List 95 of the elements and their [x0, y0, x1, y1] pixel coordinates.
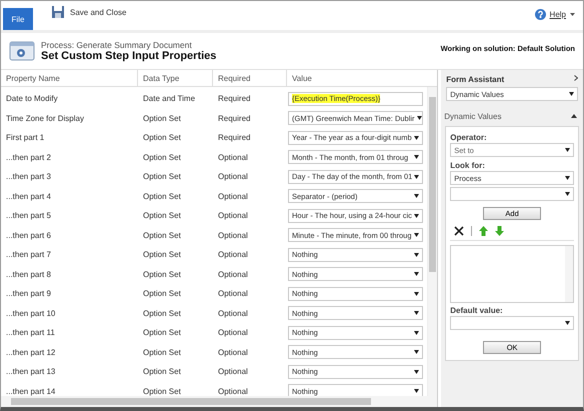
data-type: Option Set [142, 133, 182, 142]
data-type: Option Set [142, 172, 182, 182]
data-type: Option Set [142, 270, 182, 279]
column-header[interactable]: Data Type [138, 70, 213, 86]
default-value-dropdown[interactable] [450, 316, 574, 330]
move-down-icon[interactable] [495, 226, 504, 236]
data-type: Option Set [142, 114, 182, 123]
property-name: ...then part 3 [5, 172, 52, 182]
column-header[interactable]: Value [287, 70, 427, 86]
horizontal-scrollbar[interactable] [1, 396, 438, 407]
required-status: Required [217, 94, 252, 104]
property-name: ...then part 7 [5, 250, 52, 260]
save-and-close-button[interactable]: Save and Close [45, 4, 132, 20]
required-status: Optional [217, 367, 249, 376]
caret-icon [414, 370, 419, 374]
default-value-label: Default value: [449, 306, 504, 315]
help-link[interactable]: Help [550, 10, 566, 19]
data-type: Option Set [142, 192, 182, 201]
property-name: ...then part 4 [5, 192, 52, 201]
required-status: Optional [217, 211, 249, 220]
property-name: ...then part 12 [5, 348, 56, 357]
caret-icon [414, 311, 419, 316]
caret-icon[interactable] [570, 13, 575, 16]
move-up-icon[interactable] [479, 226, 488, 236]
required-status: Required [217, 114, 252, 123]
caret-icon [416, 116, 422, 120]
help-icon [534, 9, 546, 20]
caret-icon [414, 194, 419, 198]
caret-icon [414, 330, 419, 335]
values-list[interactable] [450, 245, 574, 303]
property-name: ...then part 9 [5, 289, 52, 298]
required-status: Optional [217, 250, 249, 260]
required-status: Required [217, 133, 252, 142]
data-type: Option Set [142, 289, 182, 298]
caret-icon [414, 350, 419, 354]
property-name: ...then part 14 [5, 386, 56, 396]
caret-icon [414, 214, 419, 218]
collapse-icon[interactable] [571, 114, 577, 118]
property-name: First part 1 [5, 133, 46, 142]
required-status: Optional [217, 308, 249, 318]
data-type: Date and Time [142, 94, 196, 104]
column-header[interactable]: Property Name [1, 70, 138, 86]
chevron-icon[interactable] [574, 75, 578, 81]
caret-icon [414, 292, 419, 296]
required-status: Optional [217, 289, 249, 298]
caret-icon [565, 176, 570, 180]
caret-icon [414, 155, 419, 160]
data-type: Option Set [142, 367, 182, 376]
caret-icon [414, 233, 419, 238]
page-title: Set Custom Step Input Properties [41, 50, 216, 62]
process-name: Process: Generate Summary Document [41, 40, 193, 50]
required-status: Optional [217, 386, 249, 396]
operator-label: Operator: [449, 133, 488, 142]
required-status: Optional [217, 328, 249, 338]
required-status: Optional [217, 152, 249, 162]
field-dropdown[interactable] [450, 187, 574, 201]
caret-icon [414, 272, 419, 276]
caret-icon [565, 192, 570, 196]
data-type: Option Set [142, 386, 182, 396]
property-name: Time Zone for Display [5, 114, 85, 123]
property-name: ...then part 11 [5, 328, 56, 338]
data-type: Option Set [142, 152, 182, 162]
property-name: ...then part 10 [5, 308, 56, 318]
property-name: ...then part 2 [5, 152, 52, 162]
data-type: Option Set [142, 250, 182, 260]
file-tab[interactable]: File [3, 8, 33, 30]
section-header[interactable]: Dynamic Values [443, 109, 581, 123]
property-name: ...then part 13 [5, 367, 56, 376]
caret-icon [565, 148, 570, 152]
vertical-scrollbar[interactable] [427, 87, 438, 396]
property-name: ...then part 5 [5, 211, 52, 220]
caret-icon [414, 174, 420, 179]
caret-icon [565, 321, 570, 325]
required-status: Optional [217, 270, 249, 279]
caret-icon [414, 136, 419, 140]
required-status: Optional [217, 172, 249, 182]
data-type: Option Set [142, 230, 182, 240]
data-type: Option Set [142, 211, 182, 220]
look-for-label: Look for: [449, 161, 486, 170]
data-type: Option Set [142, 328, 182, 338]
form-assistant-title: Form Assistant [446, 75, 504, 84]
required-status: Optional [217, 192, 249, 201]
window-gear-icon [9, 40, 35, 62]
delete-icon[interactable] [454, 226, 464, 236]
required-status: Optional [217, 230, 249, 240]
property-name: ...then part 8 [5, 270, 52, 279]
property-name: Date to Modify [5, 94, 59, 104]
caret-icon [414, 389, 419, 394]
caret-icon [414, 252, 419, 257]
data-type: Option Set [142, 348, 182, 357]
required-status: Optional [217, 348, 249, 357]
data-type: Option Set [142, 308, 182, 318]
caret-icon [569, 92, 574, 96]
column-header[interactable]: Required [213, 70, 287, 86]
property-name: ...then part 6 [5, 230, 52, 240]
